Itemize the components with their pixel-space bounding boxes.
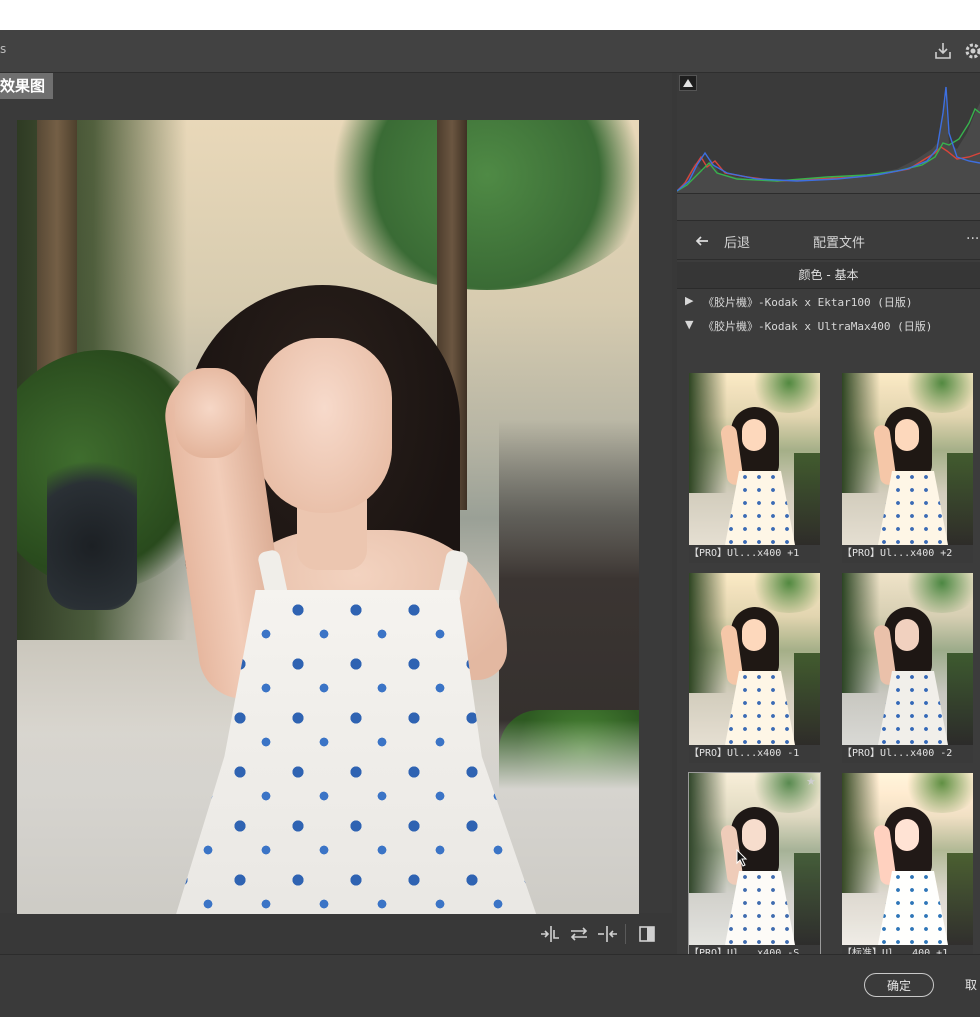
histogram	[677, 73, 980, 193]
swap-icon[interactable]	[566, 922, 592, 946]
profile-category-ultramax[interactable]: ▼ 《胶片機》-Kodak x UltraMax400 (日版)	[677, 314, 980, 336]
view-tools-bar	[0, 914, 672, 954]
compare-right-icon[interactable]	[594, 922, 620, 946]
split-view-icon[interactable]	[634, 922, 660, 946]
compare-left-icon[interactable]	[538, 922, 564, 946]
profile-thumbnail[interactable]: 【PRO】Ul...x400 +2	[842, 373, 973, 563]
ok-button[interactable]: 确定	[864, 973, 934, 997]
dialog-footer: 确定 取	[0, 954, 980, 1017]
favorite-star-icon[interactable]: ★	[806, 775, 816, 788]
profile-group-header: 颜色 - 基本	[677, 262, 980, 289]
mouse-cursor-icon	[736, 848, 748, 867]
collapse-caret-icon[interactable]: ▶	[685, 294, 693, 307]
camera-raw-window: s 效果图 后退 配置文件 ··· 颜色 - 基本 ▶ 《胶片機》-Kodak …	[0, 30, 980, 1017]
expand-caret-icon[interactable]: ▼	[685, 318, 693, 331]
gear-icon[interactable]	[962, 40, 980, 62]
preview-photo[interactable]	[17, 120, 639, 950]
histogram-graph	[677, 86, 980, 193]
profile-category-label: 《胶片機》-Kodak x UltraMax400 (日版)	[703, 320, 933, 333]
histogram-info-bar	[677, 193, 980, 221]
profile-thumbnail[interactable]: 【PRO】Ul...x400 -1	[689, 573, 820, 763]
title-bar: s	[0, 30, 980, 73]
thumbnail-label: 【PRO】Ul...x400 +2	[842, 545, 973, 563]
right-panel: 后退 配置文件 ··· 颜色 - 基本 ▶ 《胶片機》-Kodak x Ekta…	[677, 73, 980, 987]
thumbnail-label: 【PRO】Ul...x400 +1	[689, 545, 820, 563]
profile-thumbnail[interactable]: 【PRO】Ul...x400 +1	[689, 373, 820, 563]
profile-thumbnail[interactable]: 【PRO】Ul...x400 -2	[842, 573, 973, 763]
profile-category-ektar[interactable]: ▶ 《胶片機》-Kodak x Ektar100 (日版)	[677, 290, 980, 312]
back-button[interactable]: 后退	[724, 232, 750, 251]
profile-category-label: 《胶片機》-Kodak x Ektar100 (日版)	[703, 296, 913, 309]
save-icon[interactable]	[932, 40, 954, 62]
more-options-button[interactable]: ···	[966, 231, 980, 247]
profile-browser-title: 配置文件	[813, 236, 866, 251]
profile-group-title: 颜色 - 基本	[798, 268, 859, 282]
tool-divider	[625, 924, 626, 944]
back-arrow-icon[interactable]	[693, 232, 711, 250]
thumbnail-label: 【PRO】Ul...x400 -2	[842, 745, 973, 763]
profile-thumbnail[interactable]: 【标准】Ul...400 +1	[842, 773, 973, 963]
profile-browser-header: 后退 配置文件 ···	[677, 223, 980, 260]
profile-thumbnail-hovered[interactable]: ★ 【PRO】Ul...x400 -S	[688, 772, 821, 964]
preview-area: 效果图	[0, 73, 672, 950]
preview-label: 效果图	[0, 73, 54, 99]
thumbnail-label: 【PRO】Ul...x400 -1	[689, 745, 820, 763]
shadow-clipping-icon[interactable]	[679, 75, 697, 91]
window-title: s	[0, 42, 7, 56]
cancel-button[interactable]: 取	[965, 973, 980, 997]
